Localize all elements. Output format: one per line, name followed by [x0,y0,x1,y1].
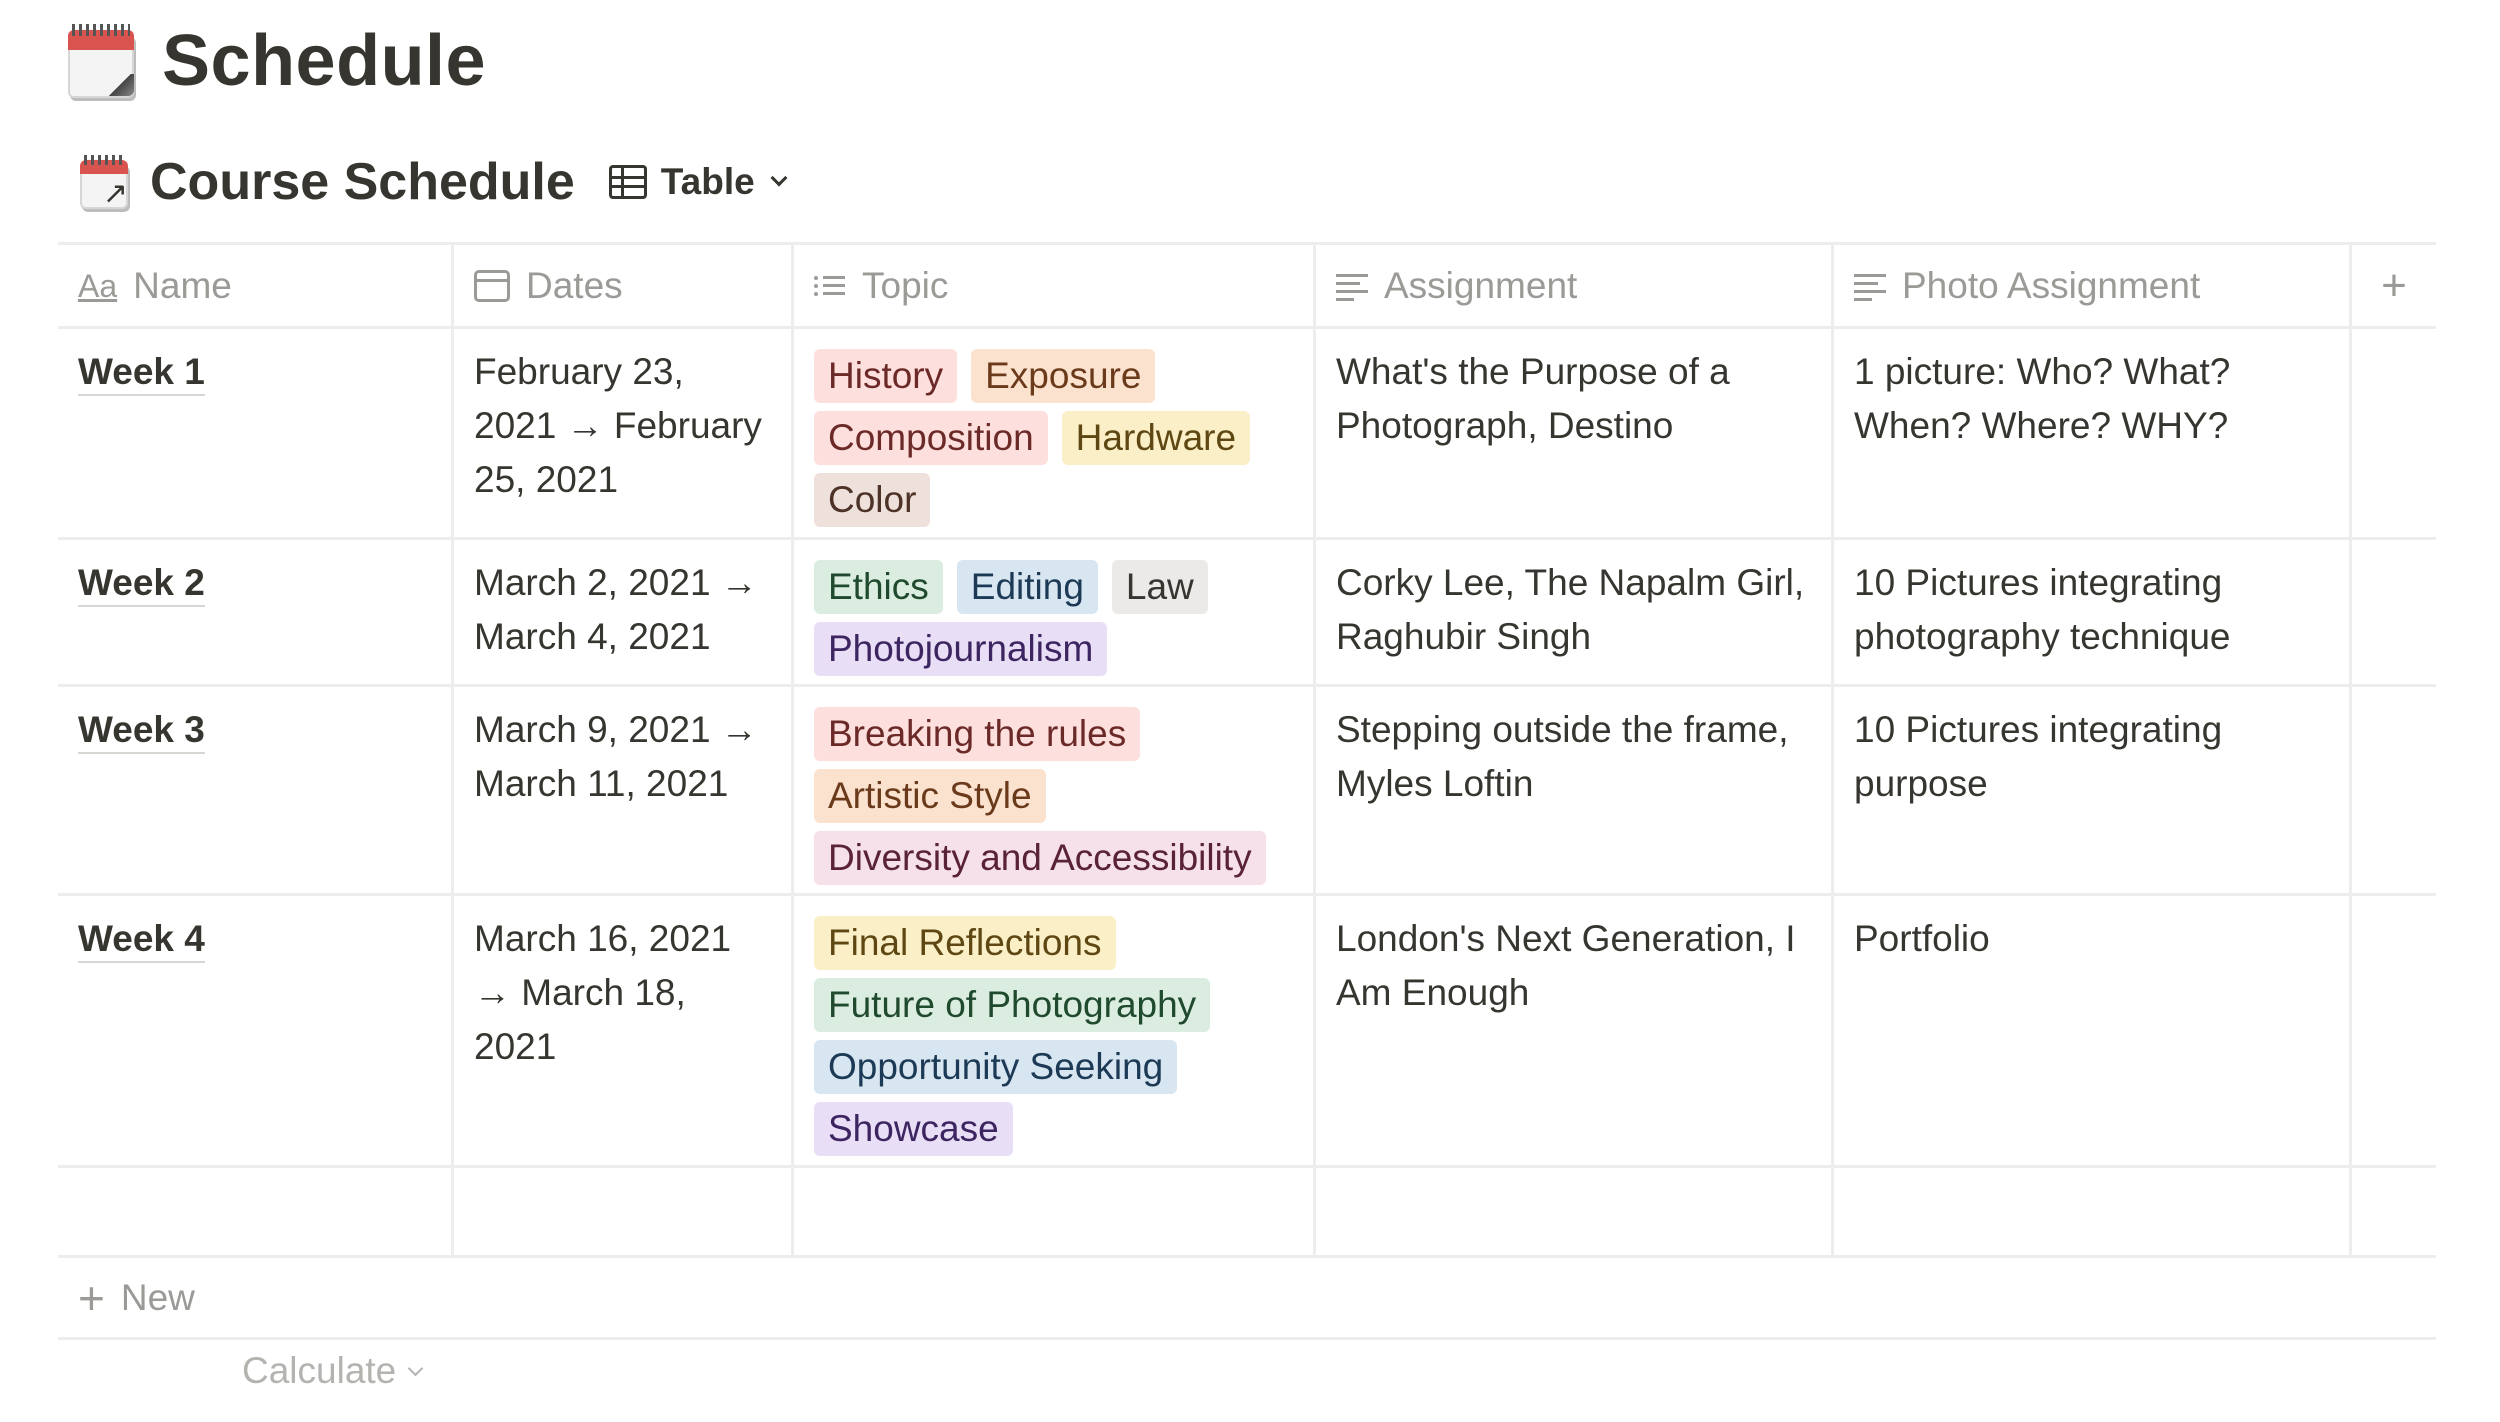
topic-tag: Ethics [814,560,943,614]
empty-cell[interactable] [1834,1168,2352,1255]
topic-tag: History [814,349,958,403]
empty-cell [2352,896,2436,1165]
assignment-cell[interactable]: Stepping outside the frame, Myles Loftin [1316,687,1834,893]
topic-tag: Editing [956,560,1098,614]
empty-cell[interactable] [58,1168,454,1255]
photo-assignment-cell[interactable]: 1 picture: Who? What? When? Where? WHY? [1834,329,2352,537]
database-table: Aa Name Dates Topic Assignment Photo Ass… [58,242,2436,1340]
empty-cell [2352,329,2436,537]
row-name[interactable]: Week 1 [78,350,205,396]
topic-tag: Composition [814,411,1048,465]
chevron-down-icon [407,1360,424,1376]
chevron-down-icon [770,169,788,187]
text-icon [1336,272,1368,301]
plus-icon: + [2381,260,2407,310]
view-switcher-button[interactable]: Table [608,161,788,203]
topic-tag: Color [814,473,931,527]
name-cell[interactable]: Week 4 [58,896,454,1165]
topic-tag: Law [1111,560,1208,614]
topic-tag: Opportunity Seeking [814,1040,1178,1094]
database-header: ↗ Course Schedule Table [78,152,788,212]
column-header-photo-assignment[interactable]: Photo Assignment [1834,245,2352,326]
database-title[interactable]: Course Schedule [150,152,575,212]
column-header-assignment[interactable]: Assignment [1316,245,1834,326]
photo-assignment-cell[interactable]: 10 Pictures integrating photography tech… [1834,540,2352,684]
topic-tag: Artistic Style [814,769,1046,823]
topic-tag: Hardware [1061,411,1251,465]
photo-assignment-cell[interactable]: 10 Pictures integrating purpose [1834,687,2352,893]
text-icon [1854,272,1886,301]
dates-cell[interactable]: February 23, 2021 → February 25, 2021 [454,329,794,537]
column-header-name[interactable]: Aa Name [58,245,454,326]
name-cell[interactable]: Week 2 [58,540,454,684]
calculate-label: Calculate [242,1350,397,1391]
calendar-icon[interactable] [66,22,136,100]
dates-cell[interactable]: March 16, 2021 → March 18, 2021 [454,896,794,1165]
topic-tag: Final Reflections [814,916,1116,970]
empty-cell [2352,540,2436,684]
table-row[interactable]: Week 3 March 9, 2021 → March 11, 2021 Br… [58,687,2436,896]
date-icon [474,269,510,302]
empty-table-row[interactable] [58,1168,2436,1258]
topic-tag: Diversity and Accessibility [814,831,1266,885]
topic-cell[interactable]: Breaking the rules Artistic Style Divers… [794,687,1316,893]
empty-cell[interactable] [454,1168,794,1255]
view-label: Table [660,161,755,202]
new-label: New [120,1276,195,1318]
column-header-dates[interactable]: Dates [454,245,794,326]
title-aa-icon: Aa [78,267,118,304]
column-header-topic[interactable]: Topic [794,245,1316,326]
topic-cell[interactable]: Ethics Editing Law Photojournalism [794,540,1316,684]
table-row[interactable]: Week 2 March 2, 2021 → March 4, 2021 Eth… [58,540,2436,687]
table-header-row: Aa Name Dates Topic Assignment Photo Ass… [58,242,2436,329]
topic-tag: Showcase [814,1102,1013,1156]
page-header: Schedule [66,20,486,102]
calendar-link-icon[interactable]: ↗ [78,153,130,211]
empty-cell [2352,687,2436,893]
assignment-cell[interactable]: London's Next Generation, I Am Enough [1316,896,1834,1165]
empty-cell [2352,1168,2436,1255]
row-name[interactable]: Week 3 [78,708,205,754]
topic-tag: Future of Photography [814,978,1211,1032]
topic-tag: Photojournalism [814,622,1108,676]
name-cell[interactable]: Week 3 [58,687,454,893]
topic-tag: Exposure [971,349,1156,403]
assignment-cell[interactable]: Corky Lee, The Napalm Girl, Raghubir Sin… [1316,540,1834,684]
name-cell[interactable]: Week 1 [58,329,454,537]
dates-cell[interactable]: March 2, 2021 → March 4, 2021 [454,540,794,684]
table-row[interactable]: Week 1 February 23, 2021 → February 25, … [58,329,2436,540]
photo-assignment-cell[interactable]: Portfolio [1834,896,2352,1165]
add-new-row-button[interactable]: + New [58,1258,2436,1340]
row-name[interactable]: Week 4 [78,917,205,963]
empty-cell[interactable] [1316,1168,1834,1255]
dates-cell[interactable]: March 9, 2021 → March 11, 2021 [454,687,794,893]
plus-icon: + [78,1271,105,1324]
topic-tag: Breaking the rules [814,707,1141,761]
table-row[interactable]: Week 4 March 16, 2021 → March 18, 2021 F… [58,896,2436,1168]
page-title[interactable]: Schedule [162,20,486,102]
calculate-button[interactable]: Calculate [242,1350,424,1392]
assignment-cell[interactable]: What's the Purpose of a Photograph, Dest… [1316,329,1834,537]
add-column-button[interactable]: + [2352,245,2436,326]
topic-cell[interactable]: History Exposure Composition Hardware Co… [794,329,1316,537]
empty-cell[interactable] [794,1168,1316,1255]
topic-cell[interactable]: Final Reflections Future of Photography … [794,896,1316,1165]
table-icon [608,165,647,199]
multi-select-icon [814,273,846,299]
row-name[interactable]: Week 2 [78,561,205,607]
